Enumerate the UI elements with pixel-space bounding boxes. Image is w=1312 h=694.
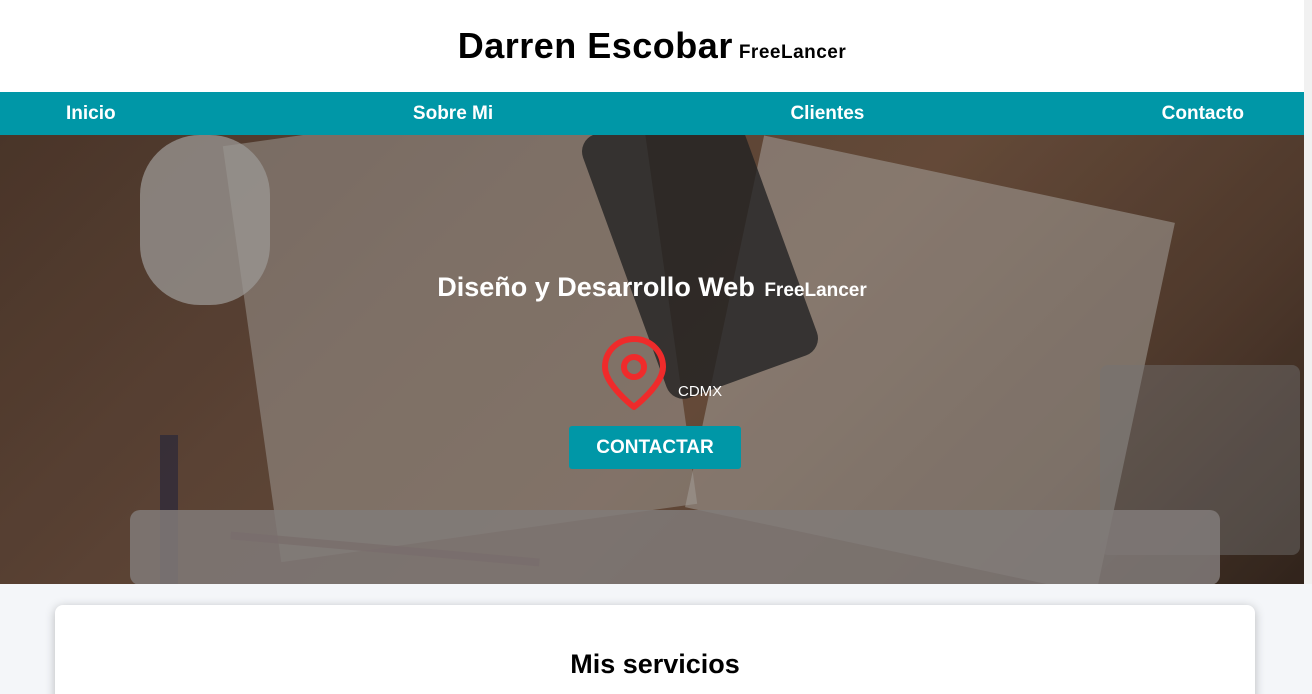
site-title: Darren Escobar FreeLancer <box>458 25 847 67</box>
site-subtitle: FreeLancer <box>738 42 847 63</box>
services-title: Mis servicios <box>570 649 740 679</box>
nav-item-inicio[interactable]: Inicio <box>66 103 116 125</box>
site-header: Darren Escobar FreeLancer <box>0 0 1312 92</box>
hero-content: Diseño y Desarrollo Web FreeLancer CDMX … <box>0 135 1304 584</box>
services-card: Mis servicios <box>55 605 1255 694</box>
main-nav: Inicio Sobre Mi Clientes Contacto <box>0 92 1312 135</box>
location: CDMX <box>600 335 740 415</box>
location-text: CDMX <box>678 383 723 400</box>
nav-item-clientes[interactable]: Clientes <box>790 103 864 125</box>
map-pin-icon <box>602 336 666 410</box>
hero-section: Diseño y Desarrollo Web FreeLancer CDMX … <box>0 135 1312 584</box>
hero-title: Diseño y Desarrollo Web FreeLancer <box>0 272 1304 303</box>
nav-item-sobre-mi[interactable]: Sobre Mi <box>413 103 493 125</box>
hero-title-main: Diseño y Desarrollo Web <box>437 272 755 302</box>
contact-button[interactable]: CONTACTAR <box>569 426 741 469</box>
hero-title-sub: FreeLancer <box>764 280 867 301</box>
nav-item-contacto[interactable]: Contacto <box>1162 103 1244 125</box>
site-name: Darren Escobar <box>457 25 733 66</box>
